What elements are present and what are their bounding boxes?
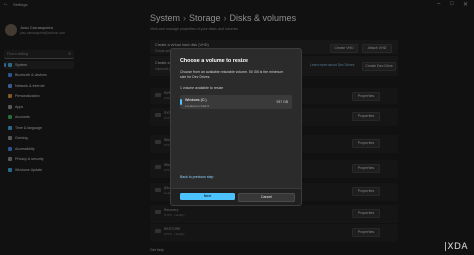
selection-indicator xyxy=(180,99,182,105)
dialog-footer: Next Cancel xyxy=(171,188,301,205)
volume-location: Located on Disk 0 xyxy=(185,103,210,108)
volume-size: 937 GB xyxy=(276,100,289,104)
resize-volume-dialog: Choose a volume to resize Choose from an… xyxy=(170,48,302,206)
xda-watermark: |XDA xyxy=(443,242,468,252)
back-to-previous-step-link[interactable]: Back to previous step xyxy=(180,175,213,179)
volume-name: Windows (C:) xyxy=(185,98,207,102)
next-button[interactable]: Next xyxy=(180,193,235,200)
dialog-description: Choose from an available resizable volum… xyxy=(180,70,284,79)
cancel-button[interactable]: Cancel xyxy=(238,193,295,202)
volume-option[interactable]: Windows (C:) Located on Disk 0 937 GB xyxy=(180,95,292,109)
volume-count: 1 volume available to resize xyxy=(180,86,224,90)
dialog-title: Choose a volume to resize xyxy=(180,58,249,64)
